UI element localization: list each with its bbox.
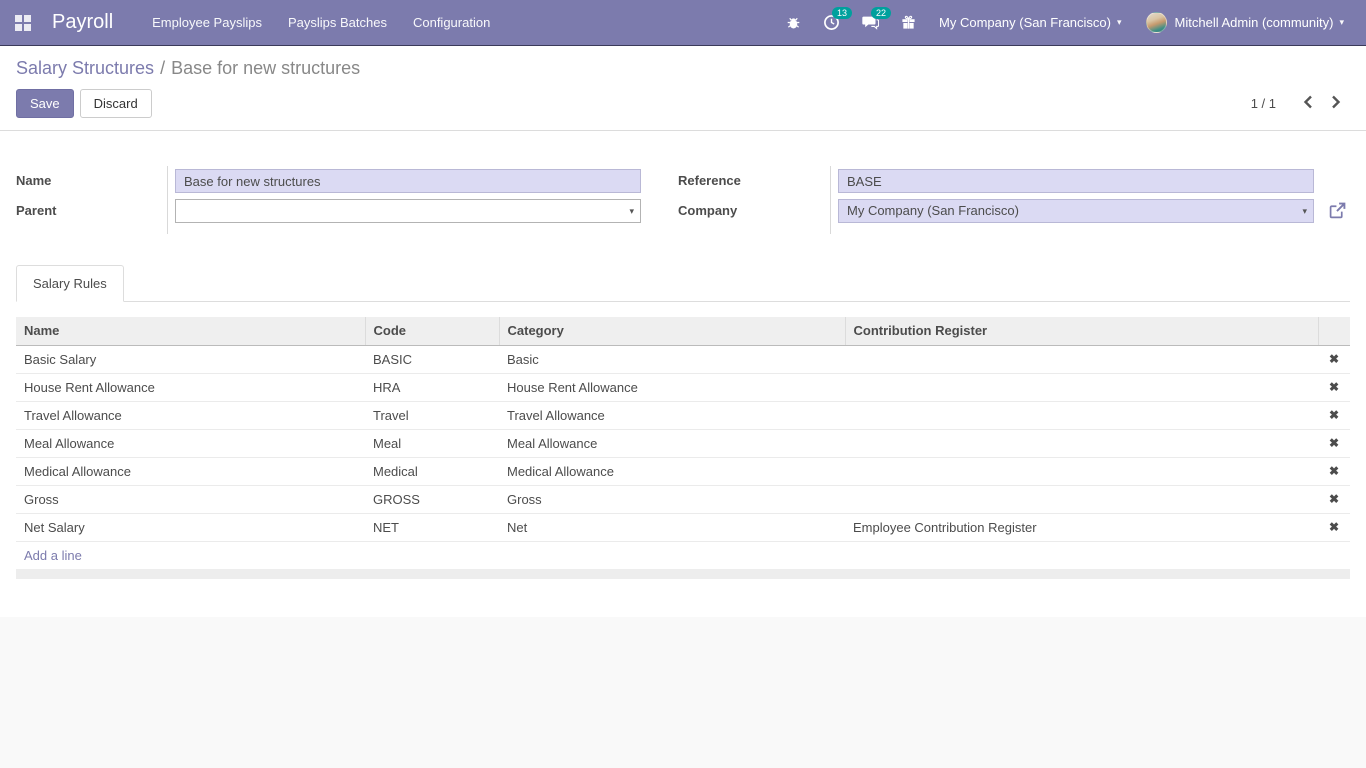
column-header-actions xyxy=(1318,317,1350,345)
top-navbar: Payroll Employee Payslips Payslips Batch… xyxy=(0,0,1366,46)
company-field-label: Company xyxy=(678,199,830,229)
form-sheet: Name Parent ▾ Reference Company xyxy=(0,131,1366,617)
cell-name[interactable]: Medical Allowance xyxy=(16,457,365,485)
cell-name[interactable]: Travel Allowance xyxy=(16,401,365,429)
table-row[interactable]: Basic Salary BASIC Basic ✖ xyxy=(16,345,1350,373)
breadcrumb: Salary Structures / Base for new structure… xyxy=(16,58,1350,79)
menu-configuration[interactable]: Configuration xyxy=(400,0,503,45)
table-row[interactable]: Medical Allowance Medical Medical Allowa… xyxy=(16,457,1350,485)
cell-category[interactable]: Travel Allowance xyxy=(499,401,845,429)
column-header-name[interactable]: Name xyxy=(16,317,365,345)
table-row[interactable]: Travel Allowance Travel Travel Allowance… xyxy=(16,401,1350,429)
column-header-category[interactable]: Category xyxy=(499,317,845,345)
app-brand[interactable]: Payroll xyxy=(52,11,113,34)
pager-previous-button[interactable] xyxy=(1294,91,1322,116)
menu-employee-payslips[interactable]: Employee Payslips xyxy=(139,0,275,45)
table-footer xyxy=(16,569,1350,579)
table-row[interactable]: Meal Allowance Meal Meal Allowance ✖ xyxy=(16,429,1350,457)
pager: 1 / 1 xyxy=(1251,91,1350,116)
delete-row-icon[interactable]: ✖ xyxy=(1329,408,1339,422)
page-background xyxy=(0,617,1366,768)
user-menu-label: Mitchell Admin (community) xyxy=(1175,15,1334,30)
company-switcher[interactable]: My Company (San Francisco) ▾ xyxy=(927,0,1133,45)
navbar-systray: 13 22 My Company (San Francisco) ▾ xyxy=(775,0,1356,45)
reference-field-label: Reference xyxy=(678,169,830,199)
debug-bug-icon[interactable] xyxy=(775,0,812,45)
add-a-line-link[interactable]: Add a line xyxy=(24,548,82,563)
company-field[interactable]: My Company (San Francisco) ▾ xyxy=(838,199,1314,223)
cell-contribution-register[interactable] xyxy=(845,429,1318,457)
name-field-label: Name xyxy=(16,169,167,199)
company-switcher-label: My Company (San Francisco) xyxy=(939,15,1111,30)
delete-row-icon[interactable]: ✖ xyxy=(1329,352,1339,366)
message-count-badge: 22 xyxy=(871,7,891,19)
cell-contribution-register[interactable] xyxy=(845,373,1318,401)
table-row[interactable]: House Rent Allowance HRA House Rent Allo… xyxy=(16,373,1350,401)
pager-next-button[interactable] xyxy=(1322,91,1350,116)
delete-row-icon[interactable]: ✖ xyxy=(1329,464,1339,478)
cell-category[interactable]: Net xyxy=(499,513,845,541)
reference-field[interactable] xyxy=(838,169,1314,193)
cell-name[interactable]: Net Salary xyxy=(16,513,365,541)
apps-menu-icon[interactable] xyxy=(8,8,38,38)
cell-name[interactable]: House Rent Allowance xyxy=(16,373,365,401)
column-header-contribution-register[interactable]: Contribution Register xyxy=(845,317,1318,345)
menu-payslips-batches[interactable]: Payslips Batches xyxy=(275,0,400,45)
breadcrumb-current: Base for new structures xyxy=(171,58,360,78)
cell-category[interactable]: Basic xyxy=(499,345,845,373)
chevron-down-icon: ▾ xyxy=(1117,17,1122,28)
control-panel: Salary Structures / Base for new structure… xyxy=(0,46,1366,131)
cell-code[interactable]: HRA xyxy=(365,373,499,401)
cell-code[interactable]: Medical xyxy=(365,457,499,485)
salary-rules-table: Name Code Category Contribution Register… xyxy=(16,317,1350,569)
cell-category[interactable]: Gross xyxy=(499,485,845,513)
cell-contribution-register[interactable] xyxy=(845,345,1318,373)
company-field-value: My Company (San Francisco) xyxy=(847,203,1019,218)
column-header-code[interactable]: Code xyxy=(365,317,499,345)
name-field[interactable] xyxy=(175,169,641,193)
cell-category[interactable]: Meal Allowance xyxy=(499,429,845,457)
gift-icon[interactable] xyxy=(890,0,927,45)
cell-category[interactable]: Medical Allowance xyxy=(499,457,845,485)
parent-field-label: Parent xyxy=(16,199,167,229)
cell-name[interactable]: Gross xyxy=(16,485,365,513)
tab-salary-rules[interactable]: Salary Rules xyxy=(16,265,124,302)
cell-code[interactable]: NET xyxy=(365,513,499,541)
cell-category[interactable]: House Rent Allowance xyxy=(499,373,845,401)
cell-contribution-register[interactable]: Employee Contribution Register xyxy=(845,513,1318,541)
cell-contribution-register[interactable] xyxy=(845,457,1318,485)
delete-row-icon[interactable]: ✖ xyxy=(1329,492,1339,506)
chevron-down-icon: ▾ xyxy=(629,200,634,222)
delete-row-icon[interactable]: ✖ xyxy=(1329,520,1339,534)
messages-icon[interactable]: 22 xyxy=(851,0,890,45)
activity-count-badge: 13 xyxy=(832,7,852,19)
cell-name[interactable]: Meal Allowance xyxy=(16,429,365,457)
discard-button[interactable]: Discard xyxy=(80,89,152,118)
chevron-down-icon: ▾ xyxy=(1339,17,1344,28)
delete-row-icon[interactable]: ✖ xyxy=(1329,436,1339,450)
delete-row-icon[interactable]: ✖ xyxy=(1329,380,1339,394)
cell-contribution-register[interactable] xyxy=(845,485,1318,513)
breadcrumb-separator: / xyxy=(160,58,165,78)
activities-clock-icon[interactable]: 13 xyxy=(812,0,851,45)
cell-code[interactable]: GROSS xyxy=(365,485,499,513)
main-menu: Employee Payslips Payslips Batches Confi… xyxy=(139,0,503,45)
pager-value[interactable]: 1 / 1 xyxy=(1251,96,1276,111)
external-link-icon[interactable] xyxy=(1329,202,1346,224)
cell-code[interactable]: Travel xyxy=(365,401,499,429)
cell-code[interactable]: Meal xyxy=(365,429,499,457)
breadcrumb-parent-link[interactable]: Salary Structures xyxy=(16,58,154,78)
user-menu[interactable]: Mitchell Admin (community) ▾ xyxy=(1134,0,1356,45)
cell-contribution-register[interactable] xyxy=(845,401,1318,429)
chevron-down-icon: ▾ xyxy=(1302,200,1307,222)
cell-code[interactable]: BASIC xyxy=(365,345,499,373)
save-button[interactable]: Save xyxy=(16,89,74,118)
cell-name[interactable]: Basic Salary xyxy=(16,345,365,373)
table-row[interactable]: Net Salary NET Net Employee Contribution… xyxy=(16,513,1350,541)
table-row[interactable]: Gross GROSS Gross ✖ xyxy=(16,485,1350,513)
avatar xyxy=(1146,12,1167,33)
parent-field[interactable]: ▾ xyxy=(175,199,641,223)
grid-icon xyxy=(15,15,31,31)
notebook: Salary Rules Name Code Category Contribu… xyxy=(16,265,1350,579)
